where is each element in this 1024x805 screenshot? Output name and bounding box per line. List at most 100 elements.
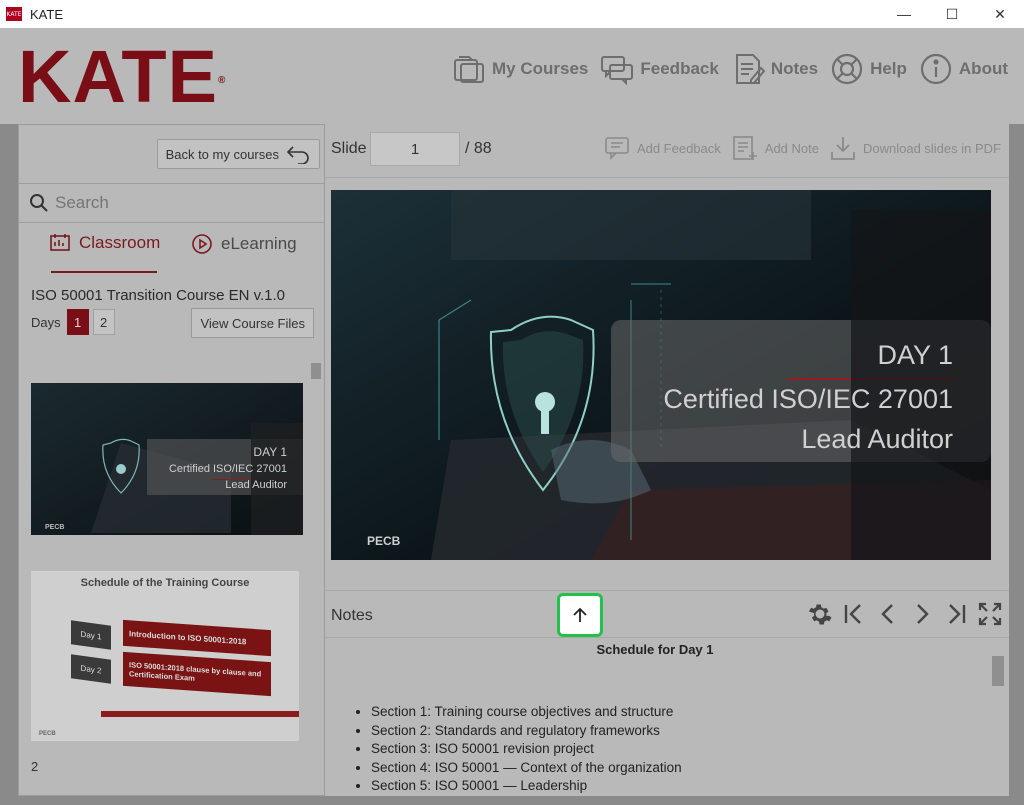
play-icon bbox=[192, 234, 212, 254]
view-course-files-button[interactable]: View Course Files bbox=[191, 308, 314, 338]
schedule-day-2: Day 2 bbox=[71, 654, 111, 684]
slide-label: Slide bbox=[331, 140, 367, 157]
active-tab-indicator bbox=[51, 271, 157, 273]
notes-label: Notes bbox=[331, 607, 373, 624]
notes-content: Schedule for Day 1 Section 1: Training c… bbox=[325, 638, 1009, 796]
nav-label: Notes bbox=[770, 59, 819, 78]
thumbnail-scrollbar[interactable] bbox=[310, 349, 322, 769]
tab-classroom[interactable]: Classroom bbox=[49, 233, 160, 253]
thumbnail-index: 2 bbox=[31, 759, 39, 774]
back-to-courses-button[interactable]: Back to my courses bbox=[156, 139, 320, 169]
thumb-brand: PECB bbox=[39, 731, 56, 737]
course-title: ISO 50001 Transition Course EN v.1.0 bbox=[31, 287, 286, 304]
nav-label: Feedback bbox=[640, 59, 719, 78]
notes-title: Schedule for Day 1 bbox=[596, 642, 714, 657]
list-item: Section 4: ISO 50001 — Context of the or… bbox=[371, 760, 682, 777]
nav-notes[interactable]: Notes bbox=[731, 52, 818, 86]
slide-navigation bbox=[807, 601, 1003, 627]
thumb-heading: Schedule of the Training Course bbox=[80, 577, 250, 589]
slide-day: DAY 1 bbox=[877, 340, 953, 370]
arrow-up-icon bbox=[573, 607, 587, 622]
add-note-button[interactable]: Add Note bbox=[731, 134, 819, 162]
nav-my-courses[interactable]: My Courses bbox=[452, 52, 588, 86]
nav-label: My Courses bbox=[492, 59, 589, 78]
folder-icon bbox=[454, 56, 485, 83]
notes-scrollbar[interactable] bbox=[991, 652, 1005, 792]
minimize-button[interactable]: — bbox=[880, 0, 928, 28]
download-icon bbox=[831, 137, 855, 160]
slide-thumbnail-2[interactable]: Schedule of the Training Course Day 1 In… bbox=[31, 571, 299, 741]
return-arrow-icon bbox=[286, 146, 309, 164]
slide-brand: PECB bbox=[367, 534, 401, 548]
search-input[interactable] bbox=[55, 193, 295, 213]
search-icon bbox=[30, 194, 48, 212]
scroll-thumb[interactable] bbox=[992, 656, 1004, 686]
gear-icon[interactable] bbox=[807, 601, 833, 627]
slide-viewer: DAY 1 Certified ISO/IEC 27001 Lead Audit… bbox=[325, 178, 1009, 590]
schedule-day-1: Day 1 bbox=[71, 620, 111, 650]
day-2-button[interactable]: 2 bbox=[92, 309, 115, 335]
action-label: Add Feedback bbox=[636, 140, 721, 156]
add-note-icon bbox=[732, 136, 757, 160]
days-selector: Days 1 2 bbox=[31, 309, 115, 335]
slide-toolbar: Slide / 88 Add Feedback Add Note Downloa… bbox=[325, 124, 1009, 178]
thumb-accent-bar bbox=[101, 711, 299, 717]
feedback-icon bbox=[605, 137, 629, 160]
close-button[interactable]: ✕ bbox=[976, 0, 1024, 28]
nav-label: Help bbox=[870, 59, 907, 78]
schedule-row-2: ISO 50001:2018 clause by clause and Cert… bbox=[123, 651, 271, 697]
schedule-row-1: Introduction to ISO 50001:2018 bbox=[123, 619, 271, 657]
maximize-button[interactable]: ☐ bbox=[928, 0, 976, 28]
slide-thumbnails: DAY 1 Certified ISO/IEC 27001 Lead Audit… bbox=[19, 349, 324, 795]
scroll-thumb[interactable] bbox=[311, 363, 321, 379]
back-label: Back to my courses bbox=[165, 146, 279, 162]
nav-about[interactable]: About bbox=[919, 52, 1008, 86]
slide-actions: Add Feedback Add Note Download slides in… bbox=[603, 134, 1001, 162]
days-label: Days bbox=[31, 314, 61, 330]
slide-thumbnail-1[interactable]: DAY 1 Certified ISO/IEC 27001 Lead Audit… bbox=[31, 383, 303, 535]
download-pdf-button[interactable]: Download slides in PDF bbox=[829, 134, 1001, 162]
notes-icon bbox=[735, 54, 765, 84]
list-item: Section 2: Standards and regulatory fram… bbox=[371, 723, 682, 740]
add-feedback-button[interactable]: Add Feedback bbox=[603, 134, 721, 162]
app-icon: KATE bbox=[6, 7, 22, 21]
thumb-day: DAY 1 bbox=[253, 445, 287, 459]
nav-help[interactable]: Help bbox=[830, 52, 907, 86]
list-item: Section 1: Training course objectives an… bbox=[371, 704, 682, 721]
tab-label: eLearning bbox=[221, 234, 297, 253]
action-label: Download slides in PDF bbox=[862, 140, 1001, 156]
list-item: Section 5: ISO 50001 — Leadership bbox=[371, 778, 682, 795]
next-slide-icon[interactable] bbox=[909, 601, 935, 627]
expand-notes-button[interactable] bbox=[557, 593, 603, 637]
notes-list: Section 1: Training course objectives an… bbox=[371, 704, 682, 796]
nav-label: About bbox=[958, 59, 1008, 78]
last-slide-icon[interactable] bbox=[943, 601, 969, 627]
fullscreen-icon[interactable] bbox=[977, 601, 1003, 627]
thumb-title: Certified ISO/IEC 27001 bbox=[168, 463, 287, 475]
nav-feedback[interactable]: Feedback bbox=[600, 52, 719, 86]
window-titlebar: KATE KATE — ☐ ✕ bbox=[0, 0, 1024, 28]
thumb-subtitle: Lead Auditor bbox=[225, 479, 287, 491]
top-nav: My Courses Feedback Notes Help About bbox=[452, 52, 1008, 86]
window-title: KATE bbox=[30, 6, 63, 22]
slide-number-input[interactable] bbox=[370, 132, 460, 166]
app-header: KATE® My Courses Feedback Notes Help Abo… bbox=[0, 28, 1024, 124]
thumbnail-art bbox=[31, 383, 303, 535]
thumb-brand: PECB bbox=[45, 524, 65, 531]
mode-tabs: Classroom eLearning bbox=[19, 229, 324, 273]
day-1-button[interactable]: 1 bbox=[66, 309, 89, 335]
previous-slide-icon[interactable] bbox=[875, 601, 901, 627]
slide-title: Certified ISO/IEC 27001 bbox=[663, 384, 953, 414]
kate-logo[interactable]: KATE® bbox=[18, 40, 226, 114]
current-slide[interactable]: DAY 1 Certified ISO/IEC 27001 Lead Audit… bbox=[331, 190, 991, 560]
slide-total: / 88 bbox=[465, 140, 492, 157]
classroom-icon bbox=[50, 234, 70, 251]
notes-toolbar: Notes bbox=[325, 590, 1009, 638]
lifebuoy-icon bbox=[831, 53, 863, 85]
tab-elearning[interactable]: eLearning bbox=[191, 233, 297, 255]
first-slide-icon[interactable] bbox=[841, 601, 867, 627]
slide-subtitle: Lead Auditor bbox=[801, 424, 953, 454]
tab-label: Classroom bbox=[79, 233, 161, 252]
list-item: Section 3: ISO 50001 revision project bbox=[371, 741, 682, 758]
search-box[interactable] bbox=[19, 183, 324, 223]
